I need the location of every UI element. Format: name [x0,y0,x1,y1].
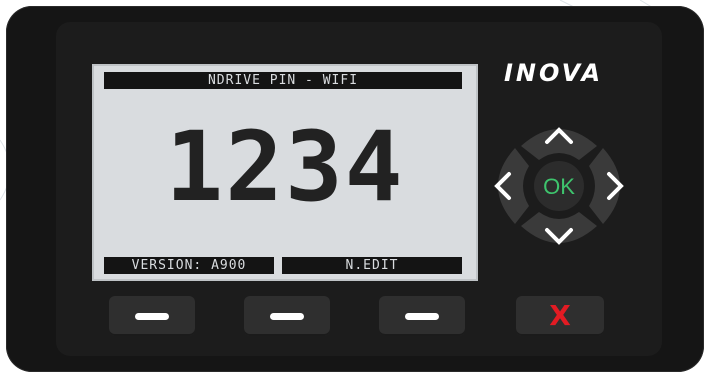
screen-title: NDRIVE PIN - WIFI [104,72,462,89]
softkey-1-button[interactable] [109,296,195,336]
dash-icon [405,313,439,320]
right-button[interactable] [589,148,624,224]
inova-logo: INOVA [504,59,604,87]
dash-icon [135,313,169,320]
dash-icon [270,313,304,320]
up-button[interactable] [521,127,597,160]
navigation-pad: OK [487,118,631,254]
left-button[interactable] [494,148,529,224]
cancel-x-icon: X [549,299,571,332]
softkey-3-button[interactable] [379,296,465,336]
ok-button[interactable]: OK [534,161,584,211]
edit-softkey-label: N.EDIT [282,257,462,274]
cancel-button[interactable]: X [516,296,604,336]
pin-display: 1234 [165,111,405,223]
ok-label: OK [543,174,575,199]
softkey-2-button[interactable] [244,296,330,336]
version-label: VERSION: A900 [104,257,274,274]
down-button[interactable] [521,212,597,245]
lcd-screen: NDRIVE PIN - WIFI 1234 VERSION: A900 N.E… [92,64,478,281]
